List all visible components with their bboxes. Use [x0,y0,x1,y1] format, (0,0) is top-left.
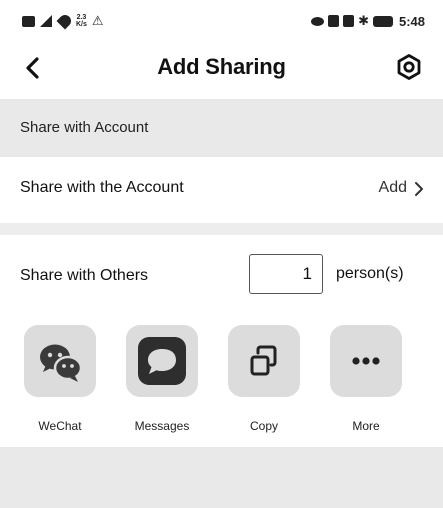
account-section-header: Share with Account [0,99,443,157]
person-count-input[interactable] [249,254,323,294]
nfc-icon [328,15,340,27]
share-more-label: More [352,419,380,433]
share-more-button[interactable]: More [316,325,416,435]
share-targets: WeChat Messages Copy More [0,315,443,440]
notification-icon: ⚠ [91,13,104,28]
copy-tile [228,325,300,397]
settings-button[interactable] [395,53,423,81]
share-wechat-button[interactable]: WeChat [10,325,110,435]
bottom-area [0,447,443,508]
eye-comfort-icon [311,16,325,26]
share-with-others-label: Share with Others [20,267,149,284]
copy-icon [250,345,277,376]
messages-tile [126,325,198,397]
network-speed: 2.3 K/s [76,14,87,28]
vibrate-icon [343,15,355,27]
status-time: 5:48 [398,13,425,29]
title-bar: Add Sharing [0,42,443,94]
share-messages-button[interactable]: Messages [112,325,212,435]
hexagon-gear-icon [397,54,421,80]
share-copy-label: Copy [249,419,278,433]
share-messages-label: Messages [134,419,190,433]
wechat-icon [40,344,83,382]
add-account-button[interactable]: Add [379,179,407,197]
chevron-right-icon [415,182,423,196]
share-wechat-label: WeChat [38,419,82,433]
share-copy-button[interactable]: Copy [214,325,314,435]
status-left-icons: 2.3 K/s ⚠ [22,12,104,30]
battery-icon [372,15,393,27]
signal-strength-icon [40,15,52,27]
status-bar: 2.3 K/s ⚠ ✱ 5:48 [0,0,443,42]
more-tile [330,325,402,397]
more-dots-icon [352,357,380,365]
share-with-account-label: Share with the Account [20,179,184,196]
wifi-icon [56,12,74,30]
bluetooth-icon: ✱ [358,13,369,28]
share-with-account-row[interactable]: Share with the Account Add [0,157,443,223]
section-header-label: Share with Account [20,119,149,136]
page-title: Add Sharing [157,54,286,79]
wechat-tile [24,325,96,397]
status-right-icons: ✱ 5:48 [311,12,425,30]
message-bubble-icon [138,337,186,385]
sim-card-icon [22,15,35,27]
section-divider [0,223,443,235]
person-unit-label: person(s) [336,265,404,282]
